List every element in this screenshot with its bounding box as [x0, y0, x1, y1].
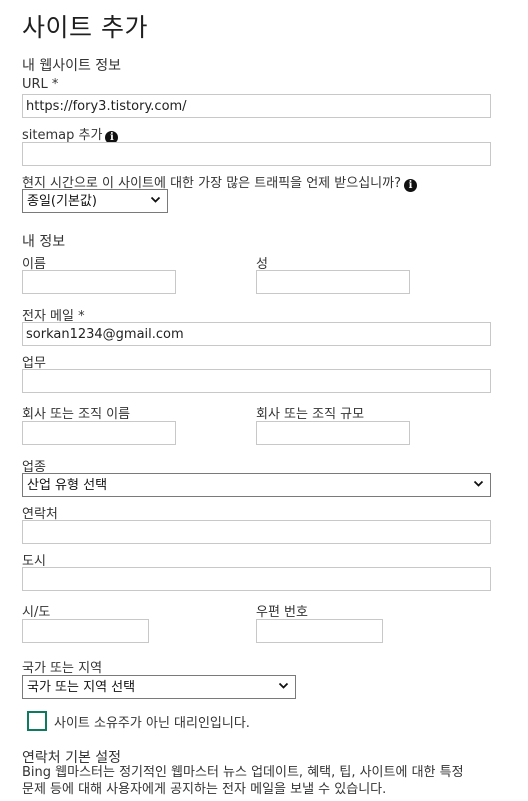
state-input[interactable] [22, 619, 149, 643]
section-my-info: 내 정보 [22, 234, 66, 250]
country-label: 국가 또는 지역 [22, 661, 103, 676]
industry-selected: 산업 유형 선택 [27, 478, 108, 493]
email-input[interactable]: sorkan1234@gmail.com [22, 322, 491, 346]
postal-label: 우편 번호 [256, 605, 308, 620]
contact-prefs-line1: Bing 웹마스터는 정기적인 웹마스터 뉴스 업데이트, 혜택, 팁, 사이트… [22, 765, 464, 780]
info-icon[interactable]: i [403, 179, 417, 192]
company-input[interactable] [22, 421, 176, 445]
company-size-input[interactable] [256, 421, 410, 445]
agent-checkbox[interactable] [27, 711, 47, 731]
traffic-time-selected: 종일(기본값) [27, 194, 97, 209]
traffic-time-select[interactable]: 종일(기본값) [22, 189, 168, 213]
sitemap-label: sitemap 추가 i [22, 124, 119, 144]
postal-input[interactable] [256, 619, 383, 643]
company-label: 회사 또는 조직 이름 [22, 407, 131, 422]
job-input[interactable] [22, 369, 491, 393]
chevron-down-icon [473, 480, 484, 487]
industry-select[interactable]: 산업 유형 선택 [22, 473, 491, 497]
sitemap-label-text: sitemap 추가 [22, 128, 103, 143]
country-select[interactable]: 국가 또는 지역 선택 [22, 675, 296, 699]
sitemap-input[interactable] [22, 142, 491, 166]
agent-checkbox-label: 사이트 소유주가 아닌 대리인입니다. [54, 716, 250, 731]
page-title: 사이트 추가 [22, 13, 148, 42]
company-size-label: 회사 또는 조직 규모 [256, 407, 365, 422]
state-label: 시/도 [22, 605, 51, 620]
contact-prefs-line2: 문제 등에 대해 사용자에게 공지하는 전자 메일을 보낼 수 있습니다. [22, 782, 387, 797]
city-input[interactable] [22, 567, 491, 591]
last-name-input[interactable] [256, 270, 410, 294]
section-my-website: 내 웹사이트 정보 [22, 58, 122, 74]
chevron-down-icon [150, 196, 161, 203]
chevron-down-icon [278, 682, 289, 689]
contact-input[interactable] [22, 520, 491, 544]
country-selected: 국가 또는 지역 선택 [27, 680, 136, 695]
url-label: URL * [22, 77, 59, 92]
first-name-input[interactable] [22, 270, 176, 294]
url-input[interactable]: https://fory3.tistory.com/ [22, 94, 491, 118]
